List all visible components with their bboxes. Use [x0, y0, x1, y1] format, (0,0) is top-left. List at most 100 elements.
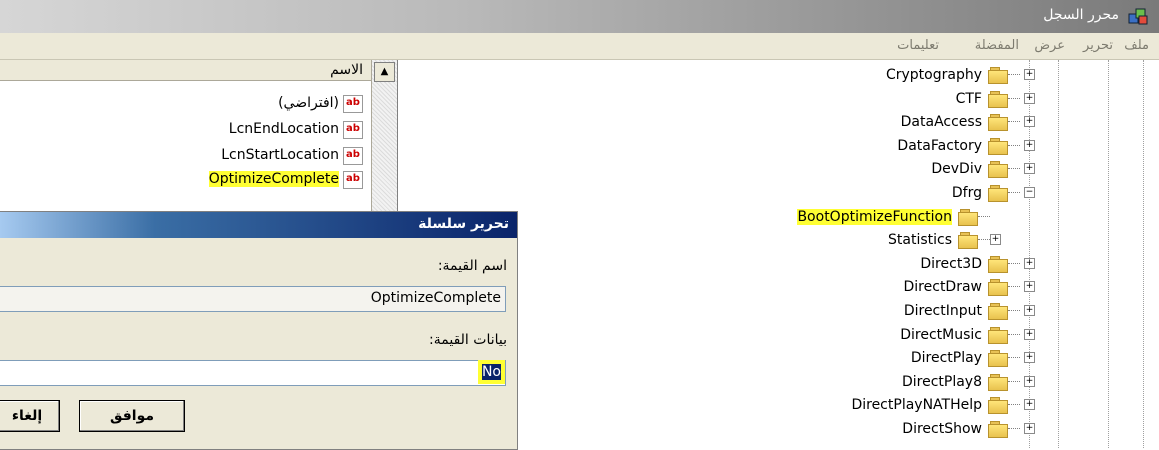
folder-icon	[988, 303, 1008, 320]
tree-node[interactable]: Dfrg −	[398, 182, 1159, 204]
tree-connector	[1008, 404, 1020, 406]
collapse-icon[interactable]: −	[1024, 187, 1035, 198]
tree-node-label: DirectMusic	[900, 326, 982, 343]
expand-icon[interactable]: +	[1024, 69, 1035, 80]
folder-icon	[988, 114, 1008, 132]
expand-icon[interactable]: +	[1024, 163, 1035, 175]
value-row-selected[interactable]: ab OptimizeComplete	[0, 168, 371, 192]
tree-node-label: DataFactory	[897, 137, 982, 154]
tree-node-label: DirectPlay	[910, 350, 982, 367]
tree-connector	[1008, 262, 1020, 264]
tree-node-label: DataAccess	[900, 114, 982, 131]
expand-icon[interactable]: +	[1024, 116, 1035, 128]
column-header-name[interactable]: الاسم	[0, 60, 371, 81]
value-data-label: بيانات القيمة:	[429, 332, 507, 348]
expand-icon[interactable]: +	[1024, 281, 1035, 293]
tree-node-label: DirectInput	[903, 303, 982, 319]
expand-icon[interactable]: +	[1024, 423, 1035, 434]
folder-icon	[988, 350, 1008, 368]
menu-view[interactable]: عرض	[1034, 38, 1065, 53]
folder-icon	[988, 279, 1008, 297]
cancel-button[interactable]: إلغاء	[0, 400, 60, 432]
value-data-text: No	[477, 360, 506, 384]
tree-connector	[1008, 168, 1020, 170]
tree-node-label: DirectPlay8	[901, 373, 982, 390]
value-name: OptimizeComplete	[208, 171, 339, 187]
value-name-text: OptimizeComplete	[370, 290, 501, 306]
tree-node-label: CTF	[955, 90, 982, 107]
value-row[interactable]: ab LcnStartLocation	[0, 144, 371, 168]
tree-node-label: Direct3D	[920, 255, 982, 272]
column-header-label: الاسم	[330, 62, 363, 78]
tree-node[interactable]: Cryptography +	[398, 64, 1159, 86]
tree-connector	[1008, 428, 1020, 429]
value-name: (افتراضي)	[278, 95, 339, 111]
dialog-title: تحرير سلسلة	[418, 216, 509, 232]
value-name: LcnEndLocation	[228, 121, 339, 137]
tree-connector	[1008, 74, 1020, 75]
folder-icon	[988, 373, 1008, 391]
tree-node[interactable]: DataFactory +	[398, 135, 1159, 157]
menu-favorites[interactable]: المفضلة	[975, 38, 1019, 53]
tree-connector	[1008, 333, 1020, 335]
menu-bar: ملف تحرير عرض المفضلة تعليمات	[0, 33, 1159, 60]
expand-icon[interactable]: +	[1024, 305, 1035, 316]
tree-connector	[1008, 357, 1020, 359]
dialog-title-bar[interactable]: تحرير سلسلة	[0, 212, 517, 238]
tree-node-label: DirectPlayNATHelp	[851, 397, 982, 414]
window-title: محرر السجل	[1043, 7, 1119, 23]
scroll-up-button[interactable]: ▲	[374, 62, 395, 82]
value-row[interactable]: ab LcnEndLocation	[0, 118, 371, 142]
tree-connector	[978, 215, 990, 217]
folder-icon	[988, 326, 1008, 344]
tree-node-label: Statistics	[888, 232, 952, 249]
string-value-icon: ab	[343, 147, 363, 165]
value-data-input[interactable]: No	[0, 360, 506, 386]
tree-connector	[1008, 97, 1020, 99]
tree-node-label: DirectDraw	[903, 279, 982, 296]
tree-connector	[1008, 286, 1020, 288]
tree-node-label: Cryptography	[885, 67, 982, 83]
tree-connector	[1008, 192, 1020, 193]
folder-icon	[988, 90, 1008, 108]
tree-connector	[1008, 121, 1020, 123]
ok-button[interactable]: موافق	[79, 400, 185, 432]
tree-connector	[1008, 380, 1020, 382]
tree-node[interactable]: DevDiv +	[398, 158, 1159, 180]
value-name: LcnStartLocation	[221, 147, 339, 163]
expand-icon[interactable]: +	[1024, 399, 1035, 411]
tree-node[interactable]: DataAccess +	[398, 111, 1159, 133]
tree-node-label: DirectShow	[902, 421, 982, 437]
menu-edit[interactable]: تحرير	[1083, 38, 1113, 53]
folder-icon	[988, 255, 1008, 273]
string-value-icon: ab	[343, 171, 363, 189]
tree-node-label: Dfrg	[951, 185, 982, 201]
value-name-label: اسم القيمة:	[437, 258, 507, 274]
expand-icon[interactable]: +	[990, 234, 1001, 246]
string-value-icon: ab	[343, 121, 363, 139]
tree-node-label: BootOptimizeFunction	[797, 208, 952, 225]
expand-icon[interactable]: +	[1024, 257, 1035, 269]
tree-node-label: DevDiv	[931, 161, 982, 178]
menu-file[interactable]: ملف	[1124, 38, 1149, 53]
menu-help[interactable]: تعليمات	[897, 38, 939, 53]
folder-icon	[988, 161, 1008, 179]
edit-string-dialog: تحرير سلسلة اسم القيمة: OptimizeComplete…	[0, 211, 518, 450]
title-bar: محرر السجل	[0, 0, 1159, 33]
tree-connector	[1008, 144, 1020, 146]
expand-icon[interactable]: +	[1024, 139, 1035, 151]
folder-icon	[958, 232, 978, 250]
tree-node[interactable]: CTF +	[398, 88, 1159, 110]
expand-icon[interactable]: +	[1024, 352, 1035, 364]
folder-icon	[958, 208, 978, 226]
value-name-field: OptimizeComplete	[0, 286, 506, 312]
folder-icon	[988, 67, 1008, 84]
expand-icon[interactable]: +	[1024, 375, 1035, 387]
tree-connector	[1008, 310, 1020, 311]
expand-icon[interactable]: +	[1024, 92, 1035, 104]
folder-icon	[988, 421, 1008, 438]
value-row[interactable]: ab (افتراضي)	[0, 92, 371, 116]
expand-icon[interactable]: +	[1024, 328, 1035, 340]
string-value-icon: ab	[343, 95, 363, 113]
folder-icon	[988, 397, 1008, 415]
